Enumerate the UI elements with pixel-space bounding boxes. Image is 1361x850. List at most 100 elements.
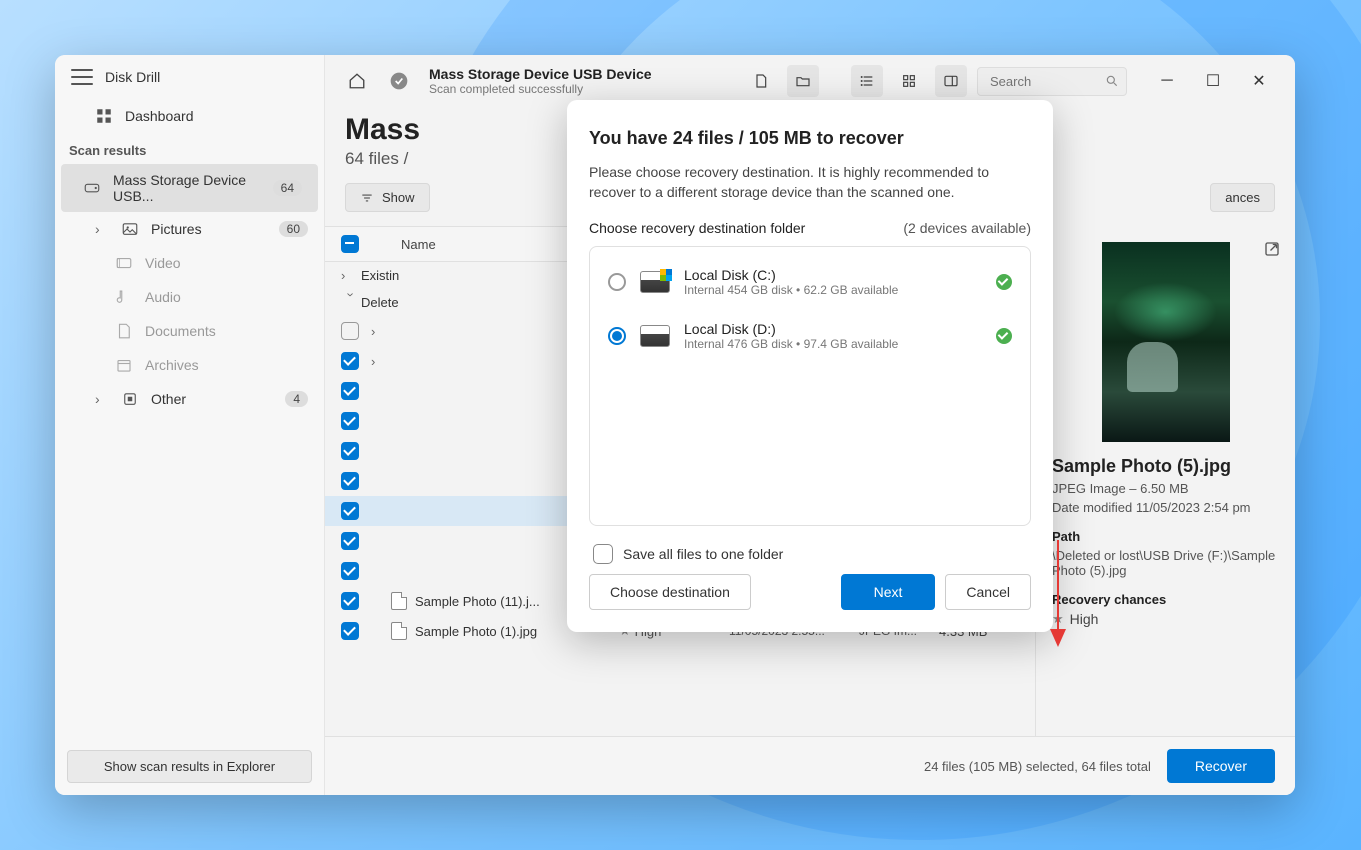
- preview-chances: ★ High: [1052, 611, 1279, 627]
- preview-chances-label: Recovery chances: [1052, 592, 1279, 607]
- app-window: Disk Drill Dashboard Scan results Mass S…: [55, 55, 1295, 795]
- check-icon: [996, 274, 1012, 290]
- count-badge: 4: [285, 391, 308, 407]
- sidebar: Disk Drill Dashboard Scan results Mass S…: [55, 55, 325, 795]
- disk-radio[interactable]: [608, 327, 626, 345]
- choose-destination-button[interactable]: Choose destination: [589, 574, 751, 610]
- preview-path-value: \Deleted or lost\USB Drive (F:)\Sample P…: [1052, 548, 1279, 578]
- row-checkbox[interactable]: [341, 622, 359, 640]
- file-view-icon[interactable]: [745, 65, 777, 97]
- row-checkbox[interactable]: [341, 502, 359, 520]
- maximize-button[interactable]: ☐: [1193, 67, 1233, 95]
- topbar-title: Mass Storage Device USB Device Scan comp…: [429, 66, 652, 96]
- hamburger-icon[interactable]: [71, 69, 93, 85]
- sidebar-label: Audio: [145, 289, 181, 305]
- window-controls: ─ ☐ ✕: [1147, 67, 1279, 95]
- sidebar-item-dashboard[interactable]: Dashboard: [55, 99, 324, 133]
- video-icon: [115, 254, 133, 272]
- disk-icon: [83, 179, 101, 197]
- next-button[interactable]: Next: [841, 574, 936, 610]
- recovery-destination-modal: You have 24 files / 105 MB to recover Pl…: [567, 100, 1053, 632]
- row-checkbox[interactable]: [341, 472, 359, 490]
- file-icon: [391, 592, 407, 610]
- sidebar-section-scan: Scan results: [55, 133, 324, 164]
- check-icon: [996, 328, 1012, 344]
- audio-icon: [115, 288, 133, 306]
- row-checkbox[interactable]: [341, 322, 359, 340]
- chevron-right-icon[interactable]: ›: [341, 268, 361, 283]
- sidebar-label: Video: [145, 255, 181, 271]
- show-in-explorer-button[interactable]: Show scan results in Explorer: [67, 750, 312, 783]
- destination-disk[interactable]: Local Disk (D:)Internal 476 GB disk • 97…: [594, 309, 1026, 363]
- show-filter-button[interactable]: Show: [345, 183, 430, 212]
- sidebar-label: Other: [151, 391, 186, 407]
- close-button[interactable]: ✕: [1239, 67, 1279, 95]
- sidebar-label: Mass Storage Device USB...: [113, 172, 261, 204]
- chevron-right-icon[interactable]: ›: [371, 354, 391, 369]
- disk-info: Local Disk (D:)Internal 476 GB disk • 97…: [684, 321, 982, 351]
- sidebar-item-other[interactable]: › Other 4: [55, 382, 324, 416]
- row-checkbox[interactable]: [341, 532, 359, 550]
- save-all-one-folder[interactable]: Save all files to one folder: [593, 544, 1027, 564]
- chevron-right-icon[interactable]: ›: [95, 391, 107, 407]
- grid-view-icon[interactable]: [893, 65, 925, 97]
- disk-icon: [640, 325, 670, 347]
- disk-name: Local Disk (D:): [684, 321, 982, 337]
- disk-meta: Internal 454 GB disk • 62.2 GB available: [684, 283, 982, 297]
- row-checkbox[interactable]: [341, 412, 359, 430]
- group-existing[interactable]: Existin: [361, 268, 399, 283]
- show-label: Show: [382, 190, 415, 205]
- row-checkbox[interactable]: [341, 352, 359, 370]
- sidebar-header: Disk Drill: [55, 55, 324, 99]
- chevron-right-icon[interactable]: ›: [95, 221, 107, 237]
- disk-radio[interactable]: [608, 273, 626, 291]
- sidebar-item-archives[interactable]: Archives: [55, 348, 324, 382]
- archive-icon: [115, 356, 133, 374]
- row-checkbox[interactable]: [341, 442, 359, 460]
- chances-filter-button[interactable]: ances: [1210, 183, 1275, 212]
- chevron-right-icon[interactable]: ›: [371, 324, 391, 339]
- preview-filetype: JPEG Image – 6.50 MB: [1052, 481, 1279, 496]
- sidebar-item-documents[interactable]: Documents: [55, 314, 324, 348]
- row-checkbox[interactable]: [341, 562, 359, 580]
- sidebar-item-pictures[interactable]: › Pictures 60: [55, 212, 324, 246]
- folder-view-icon[interactable]: [787, 65, 819, 97]
- sidebar-label: Pictures: [151, 221, 202, 237]
- chevron-down-icon[interactable]: ›: [344, 293, 359, 313]
- save-one-checkbox[interactable]: [593, 544, 613, 564]
- device-name: Mass Storage Device USB Device: [429, 66, 652, 82]
- recover-button[interactable]: Recover: [1167, 749, 1275, 783]
- popout-icon[interactable]: [1263, 240, 1281, 263]
- preview-filename: Sample Photo (5).jpg: [1052, 456, 1279, 477]
- count-badge: 60: [279, 221, 308, 237]
- cancel-button[interactable]: Cancel: [945, 574, 1031, 610]
- row-checkbox[interactable]: [341, 382, 359, 400]
- row-checkbox[interactable]: [341, 592, 359, 610]
- destination-disk[interactable]: Local Disk (C:)Internal 454 GB disk • 62…: [594, 255, 1026, 309]
- dest-header: Choose recovery destination folder (2 de…: [589, 220, 1031, 236]
- disk-info: Local Disk (C:)Internal 454 GB disk • 62…: [684, 267, 982, 297]
- group-deleted[interactable]: Delete: [361, 295, 399, 310]
- footer-bar: 24 files (105 MB) selected, 64 files tot…: [325, 736, 1295, 795]
- select-all-checkbox[interactable]: [341, 235, 359, 253]
- preview-date: Date modified 11/05/2023 2:54 pm: [1052, 500, 1279, 515]
- sidebar-item-device[interactable]: Mass Storage Device USB... 64: [61, 164, 318, 212]
- disk-meta: Internal 476 GB disk • 97.4 GB available: [684, 337, 982, 351]
- sidebar-label: Dashboard: [125, 108, 194, 124]
- sidebar-item-audio[interactable]: Audio: [55, 280, 324, 314]
- device-count: (2 devices available): [903, 220, 1031, 236]
- preview-panel-icon[interactable]: [935, 65, 967, 97]
- sidebar-item-video[interactable]: Video: [55, 246, 324, 280]
- search-icon: [1105, 74, 1119, 93]
- picture-icon: [121, 220, 139, 238]
- home-icon[interactable]: [341, 65, 373, 97]
- scan-status: Scan completed successfully: [429, 82, 652, 96]
- selection-status: 24 files (105 MB) selected, 64 files tot…: [924, 759, 1151, 774]
- list-view-icon[interactable]: [851, 65, 883, 97]
- star-icon: ★: [1052, 611, 1064, 627]
- minimize-button[interactable]: ─: [1147, 67, 1187, 95]
- save-one-label: Save all files to one folder: [623, 546, 783, 562]
- count-badge: 64: [273, 180, 302, 196]
- sidebar-label: Documents: [145, 323, 216, 339]
- disk-name: Local Disk (C:): [684, 267, 982, 283]
